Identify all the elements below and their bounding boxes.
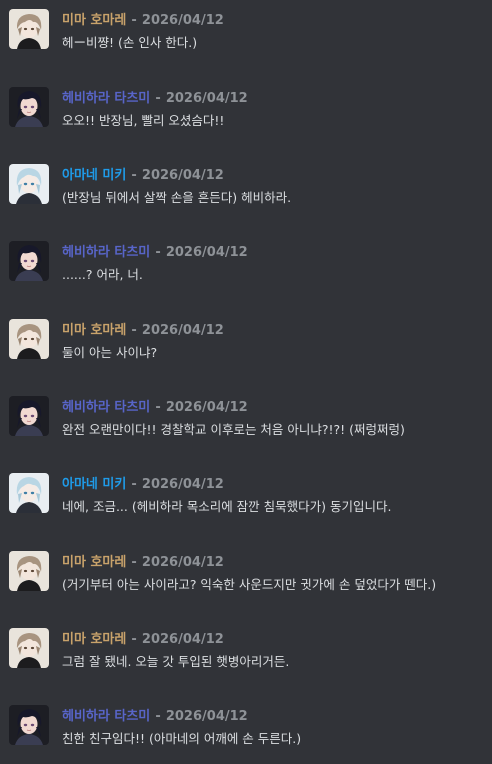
message-text: (거기부터 아는 사이라고? 익숙한 사운드지만 귓가에 손 덮었다가 뗀다.) <box>62 577 437 592</box>
message-header: 헤비하라 타츠미 - 2026/04/12 <box>62 706 248 725</box>
message-header: 아마네 미키 - 2026/04/12 <box>62 165 224 184</box>
message-text: 오오!! 반장님, 빨리 오셨슴다!! <box>62 113 225 128</box>
author-name[interactable]: 미마 호마레 <box>62 323 126 338</box>
mima-avatar-icon <box>9 551 49 591</box>
message: 헤비하라 타츠미 - 2026/04/12 오오!! 반장님, 빨리 오셨슴다!… <box>0 86 492 146</box>
timestamp: 2026/04/12 <box>141 13 224 28</box>
message-header: 미마 호마레 - 2026/04/12 <box>62 552 224 571</box>
message-header: 미마 호마레 - 2026/04/12 <box>62 320 224 339</box>
avatar[interactable] <box>9 628 49 668</box>
message-header: 아마네 미키 - 2026/04/12 <box>62 474 224 493</box>
mima-avatar-icon <box>9 319 49 359</box>
author-name[interactable]: 아마네 미키 <box>62 168 126 183</box>
avatar[interactable] <box>9 705 49 745</box>
message-header: 헤비하라 타츠미 - 2026/04/12 <box>62 397 248 416</box>
message-header: 헤비하라 타츠미 - 2026/04/12 <box>62 88 248 107</box>
author-name[interactable]: 아마네 미키 <box>62 477 126 492</box>
message: 미마 호마레 - 2026/04/12 그럼 잘 됐네. 오늘 갓 투입된 햇병… <box>0 627 492 687</box>
message: 미마 호마레 - 2026/04/12 헤ー비쨩! (손 인사 한다.) <box>0 8 492 68</box>
avatar[interactable] <box>9 473 49 513</box>
message-header: 미마 호마레 - 2026/04/12 <box>62 629 224 648</box>
author-name[interactable]: 헤비하라 타츠미 <box>62 709 150 724</box>
message-text: 네에, 조금... (헤비하라 목소리에 잠깐 침묵했다가) 동기입니다. <box>62 499 392 514</box>
header-separator: - <box>131 13 137 28</box>
hebihara-avatar-icon <box>9 396 49 436</box>
message: 미마 호마레 - 2026/04/12 둘이 아는 사이냐? <box>0 318 492 378</box>
header-separator: - <box>155 245 161 260</box>
message-text: ......? 어라, 너. <box>62 267 143 282</box>
message: 아마네 미키 - 2026/04/12 네에, 조금... (헤비하라 목소리에… <box>0 472 492 532</box>
timestamp: 2026/04/12 <box>165 91 248 106</box>
message-text: 친한 친구임다!! (아마네의 어깨에 손 두른다.) <box>62 731 302 746</box>
author-name[interactable]: 헤비하라 타츠미 <box>62 400 150 415</box>
timestamp: 2026/04/12 <box>141 168 224 183</box>
amane-avatar-icon <box>9 164 49 204</box>
hebihara-avatar-icon <box>9 705 49 745</box>
timestamp: 2026/04/12 <box>141 632 224 647</box>
header-separator: - <box>131 477 137 492</box>
message-text: 둘이 아는 사이냐? <box>62 345 158 360</box>
timestamp: 2026/04/12 <box>165 245 248 260</box>
header-separator: - <box>131 555 137 570</box>
message: 아마네 미키 - 2026/04/12 (반장님 뒤에서 살짝 손을 흔든다) … <box>0 163 492 223</box>
timestamp: 2026/04/12 <box>165 400 248 415</box>
avatar[interactable] <box>9 319 49 359</box>
chat-log: 미마 호마레 - 2026/04/12 헤ー비쨩! (손 인사 한다.) 헤비하… <box>0 0 492 761</box>
message-text: 완전 오랜만이다!! 경찰학교 이후로는 처음 아니냐?!?! (쩌렁쩌렁) <box>62 422 405 437</box>
avatar[interactable] <box>9 241 49 281</box>
header-separator: - <box>155 400 161 415</box>
message: 헤비하라 타츠미 - 2026/04/12 ......? 어라, 너. <box>0 240 492 300</box>
header-separator: - <box>155 91 161 106</box>
header-separator: - <box>131 632 137 647</box>
header-separator: - <box>131 323 137 338</box>
message: 헤비하라 타츠미 - 2026/04/12 완전 오랜만이다!! 경찰학교 이후… <box>0 395 492 455</box>
avatar[interactable] <box>9 551 49 591</box>
avatar[interactable] <box>9 87 49 127</box>
avatar[interactable] <box>9 396 49 436</box>
author-name[interactable]: 미마 호마레 <box>62 13 126 28</box>
mima-avatar-icon <box>9 9 49 49</box>
header-separator: - <box>155 709 161 724</box>
timestamp: 2026/04/12 <box>165 709 248 724</box>
message-text: 그럼 잘 됐네. 오늘 갓 투입된 햇병아리거든. <box>62 654 290 669</box>
avatar[interactable] <box>9 164 49 204</box>
message-header: 미마 호마레 - 2026/04/12 <box>62 10 224 29</box>
author-name[interactable]: 헤비하라 타츠미 <box>62 91 150 106</box>
hebihara-avatar-icon <box>9 241 49 281</box>
timestamp: 2026/04/12 <box>141 555 224 570</box>
author-name[interactable]: 미마 호마레 <box>62 555 126 570</box>
hebihara-avatar-icon <box>9 87 49 127</box>
avatar[interactable] <box>9 9 49 49</box>
timestamp: 2026/04/12 <box>141 323 224 338</box>
timestamp: 2026/04/12 <box>141 477 224 492</box>
message: 미마 호마레 - 2026/04/12 (거기부터 아는 사이라고? 익숙한 사… <box>0 550 492 610</box>
author-name[interactable]: 미마 호마레 <box>62 632 126 647</box>
message-text: 헤ー비쨩! (손 인사 한다.) <box>62 35 198 50</box>
message-text: (반장님 뒤에서 살짝 손을 흔든다) 헤비하라. <box>62 190 292 205</box>
author-name[interactable]: 헤비하라 타츠미 <box>62 245 150 260</box>
mima-avatar-icon <box>9 628 49 668</box>
message-header: 헤비하라 타츠미 - 2026/04/12 <box>62 242 248 261</box>
message: 헤비하라 타츠미 - 2026/04/12 친한 친구임다!! (아마네의 어깨… <box>0 704 492 764</box>
amane-avatar-icon <box>9 473 49 513</box>
header-separator: - <box>131 168 137 183</box>
